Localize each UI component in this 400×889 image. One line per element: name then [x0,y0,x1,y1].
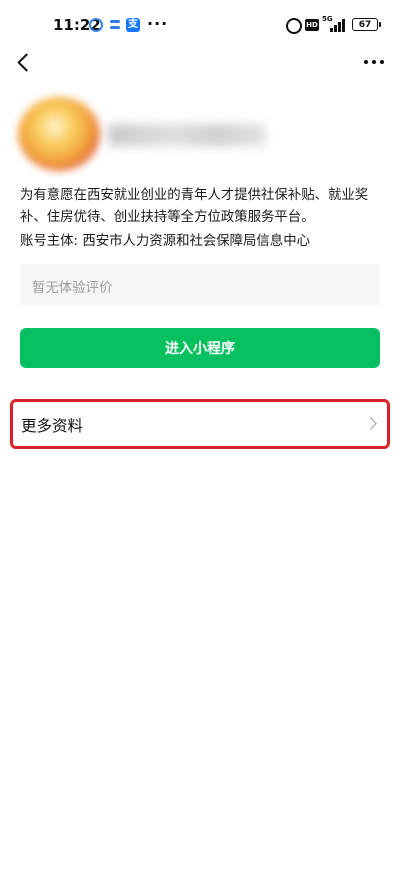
more-dots-icon [364,60,368,64]
mini-program-description: 为有意愿在西安就业创业的青年人才提供社保补贴、就业奖补、住房优待、创业扶持等全方… [20,188,369,225]
signal-icon [330,18,346,32]
back-button[interactable] [10,48,40,78]
account-subject: 账号主体: 西安市人力资源和社会保障局信息中心 [20,234,310,249]
review-empty-text: 暂无体验评价 [32,281,113,296]
status-bar: 11:22 支 ··· HD 5G 67 [0,0,400,48]
app-notification-icon [108,18,122,32]
alarm-icon [286,18,302,34]
chevron-right-icon [364,417,377,430]
mini-program-logo [18,97,100,171]
app-notification-icon [89,18,103,32]
more-notifications-icon: ··· [147,14,169,33]
more-info-label: 更多资料 [21,417,84,435]
more-info-row[interactable]: 更多资料 [10,399,390,449]
alipay-icon: 支 [126,18,140,32]
more-options-button[interactable] [358,50,390,74]
hd-badge: HD [305,19,319,31]
enter-mini-program-button[interactable]: 进入小程序 [20,328,380,368]
battery-icon: 67 [352,18,381,31]
experience-review-box[interactable]: 暂无体验评价 [20,264,380,306]
mini-program-name-redacted [108,124,266,146]
